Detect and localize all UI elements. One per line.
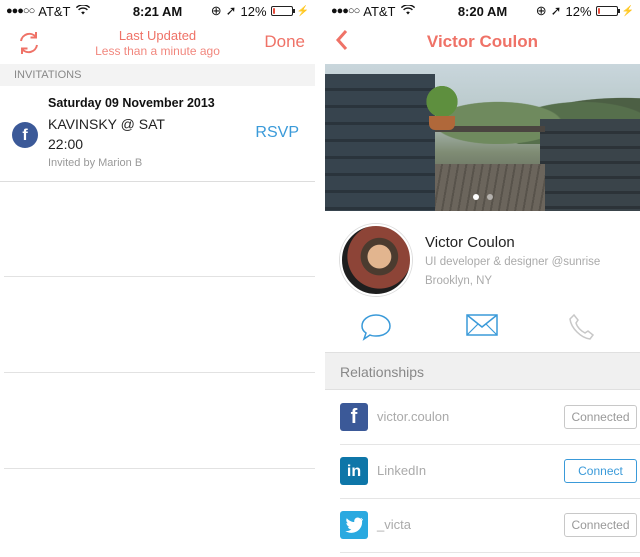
location-icon: ➚ — [225, 3, 237, 18]
facebook-icon: f — [340, 403, 368, 431]
section-header-invitations: INVITATIONS — [0, 64, 315, 86]
event-date: Saturday 09 November 2013 — [48, 96, 215, 110]
status-bar: ●●●○○ AT&T 8:21 AM ⊕ ➚ 12% ⚡ — [0, 0, 315, 22]
location-icon: ➚ — [550, 3, 562, 18]
page-title: Victor Coulon — [426, 32, 539, 51]
relationship-label: victor.coulon — [377, 409, 450, 424]
relationship-row-linkedin[interactable]: in LinkedIn Connect — [340, 445, 640, 499]
status-right: ⊕ ➚ 12% ⚡ — [211, 0, 309, 22]
signal-strength: ●●●○○ — [331, 5, 360, 17]
status-right: ⊕ ➚ 12% ⚡ — [536, 0, 634, 22]
connected-button[interactable]: Connected — [564, 405, 637, 429]
profile-role: UI developer & designer @sunrise — [425, 256, 601, 268]
connect-button[interactable]: Connect — [564, 459, 637, 483]
page-dot — [486, 194, 493, 200]
profile-location: Brooklyn, NY — [425, 275, 493, 287]
list-divider — [4, 468, 315, 469]
carrier-name: AT&T — [38, 3, 71, 19]
linkedin-icon: in — [340, 457, 368, 485]
email-icon[interactable] — [465, 312, 499, 338]
relationship-label: LinkedIn — [377, 463, 427, 478]
wifi-icon — [75, 4, 90, 18]
orientation-lock-icon: ⊕ — [535, 3, 547, 18]
nav-bar: Victor Coulon — [325, 22, 640, 64]
profile-name: Victor Coulon — [425, 234, 515, 251]
invitations-screen: ●●●○○ AT&T 8:21 AM ⊕ ➚ 12% ⚡ Last Update… — [0, 0, 315, 557]
rsvp-button[interactable]: RSVP — [255, 124, 299, 142]
battery-icon — [270, 6, 295, 16]
carrier-name: AT&T — [363, 3, 396, 19]
cover-photo[interactable] — [325, 64, 640, 211]
relationships-header: Relationships — [325, 352, 640, 390]
charging-icon: ⚡ — [621, 5, 634, 17]
list-divider — [4, 276, 315, 277]
battery-icon — [595, 6, 620, 16]
page-indicator[interactable] — [325, 187, 640, 205]
battery-percent: 12% — [565, 3, 592, 19]
orientation-lock-icon: ⊕ — [210, 3, 222, 18]
event-invited-by: Invited by Marion B — [48, 157, 143, 169]
event-name: KAVINSKY @ SAT — [48, 116, 165, 132]
message-icon[interactable] — [360, 312, 392, 342]
relationship-label: _victa — [377, 517, 411, 532]
done-button[interactable]: Done — [264, 32, 305, 52]
facebook-icon: f — [12, 122, 38, 148]
avatar[interactable] — [340, 224, 412, 296]
relationship-row-facebook[interactable]: f victor.coulon Connected — [340, 391, 640, 445]
nav-bar: Last Updated Less than a minute ago Done — [0, 22, 315, 64]
list-divider — [4, 372, 315, 373]
event-time: 22:00 — [48, 136, 84, 152]
battery-percent: 12% — [240, 3, 267, 19]
connected-button[interactable]: Connected — [564, 513, 637, 537]
twitter-icon — [340, 511, 368, 539]
signal-strength: ●●●○○ — [6, 5, 35, 17]
cover-pot — [429, 116, 455, 130]
phone-icon[interactable] — [567, 312, 597, 342]
relationship-row-twitter[interactable]: _victa Connected — [340, 499, 640, 553]
status-bar: ●●●○○ AT&T 8:20 AM ⊕ ➚ 12% ⚡ — [325, 0, 640, 22]
page-dot — [472, 194, 479, 200]
charging-icon: ⚡ — [296, 5, 309, 17]
profile-screen: ●●●○○ AT&T 8:20 AM ⊕ ➚ 12% ⚡ Victor Coul… — [325, 0, 640, 557]
contact-actions — [325, 310, 640, 346]
invitation-row[interactable]: f Saturday 09 November 2013 KAVINSKY @ S… — [0, 86, 315, 182]
screen-gap — [315, 0, 325, 557]
wifi-icon — [400, 4, 415, 18]
